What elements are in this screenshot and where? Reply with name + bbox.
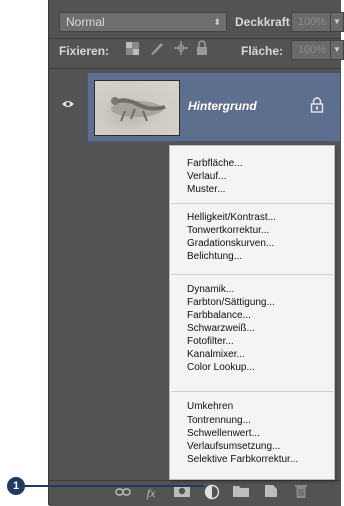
visibility-eye-icon[interactable] xyxy=(57,94,79,116)
opacity-field[interactable]: 100% xyxy=(291,12,331,32)
menu-divider xyxy=(171,391,333,392)
layers-bottom-toolbar: fx xyxy=(49,480,341,506)
layer-thumbnail xyxy=(94,80,180,136)
menu-item[interactable]: Kanalmixer... xyxy=(187,348,245,361)
blend-mode-value: Normal xyxy=(66,15,105,29)
opacity-dropdown-button[interactable]: ▼ xyxy=(330,12,344,32)
adjustment-layer-icon[interactable] xyxy=(202,484,222,502)
divider xyxy=(49,38,341,39)
menu-item[interactable]: Schwellenwert... xyxy=(187,427,260,440)
menu-item[interactable]: Tontrennung... xyxy=(187,414,251,427)
chevron-updown-icon: ⬍ xyxy=(213,17,221,27)
new-layer-icon[interactable] xyxy=(261,484,281,502)
menu-item[interactable]: Selektive Farbkorrektur... xyxy=(187,453,298,466)
menu-item[interactable]: Color Lookup... xyxy=(187,361,255,374)
layer-row[interactable]: Hintergrund xyxy=(49,72,341,142)
menu-divider xyxy=(171,203,333,204)
lock-fill-row: Fixieren: Fläche: 100% ▼ xyxy=(59,40,344,62)
opacity-label: Deckkraft: xyxy=(235,15,294,29)
menu-item[interactable]: Dynamik... xyxy=(187,283,234,296)
layer-lock-icon xyxy=(310,97,324,113)
menu-item[interactable]: Fotofilter... xyxy=(187,335,234,348)
layer-name[interactable]: Hintergrund xyxy=(188,99,257,113)
menu-item[interactable]: Gradationskurven... xyxy=(187,237,274,250)
fill-field[interactable]: 100% xyxy=(291,40,331,60)
menu-item[interactable]: Farbbalance... xyxy=(187,309,251,322)
fill-label: Fläche: xyxy=(241,44,284,58)
folder-icon[interactable] xyxy=(231,484,251,502)
menu-divider xyxy=(171,274,333,275)
callout-line xyxy=(16,485,204,487)
blend-opacity-row: Normal ⬍ Deckkraft: 100% ▼ xyxy=(59,12,344,32)
callout-badge: 1 xyxy=(7,477,25,495)
menu-item[interactable]: Verlaufsumsetzung... xyxy=(187,440,280,453)
menu-item[interactable]: Umkehren xyxy=(187,400,233,413)
fill-dropdown-button[interactable]: ▼ xyxy=(330,40,344,60)
menu-item[interactable]: Farbfläche... xyxy=(187,157,243,170)
menu-item[interactable]: Farbton/Sättigung... xyxy=(187,296,275,309)
lock-image-pixels-icon[interactable] xyxy=(149,40,165,62)
menu-item[interactable]: Tonwertkorrektur... xyxy=(187,224,269,237)
divider xyxy=(49,68,341,69)
lock-position-icon[interactable] xyxy=(173,40,189,62)
menu-item[interactable]: Belichtung... xyxy=(187,250,242,263)
layer-selection[interactable]: Hintergrund xyxy=(87,72,341,142)
adjustment-menu: Farbfläche... Verlauf... Muster... Helli… xyxy=(169,145,335,480)
lock-transparent-pixels-icon[interactable] xyxy=(126,41,139,61)
menu-item[interactable]: Schwarzweiß... xyxy=(187,322,255,335)
trash-icon[interactable] xyxy=(291,484,311,502)
lock-all-icon[interactable] xyxy=(196,40,208,62)
menu-item[interactable]: Verlauf... xyxy=(187,170,226,183)
menu-item[interactable]: Helligkeit/Kontrast... xyxy=(187,211,276,224)
menu-item[interactable]: Muster... xyxy=(187,183,225,196)
lock-label: Fixieren: xyxy=(59,44,110,58)
blend-mode-select[interactable]: Normal ⬍ xyxy=(59,12,227,32)
